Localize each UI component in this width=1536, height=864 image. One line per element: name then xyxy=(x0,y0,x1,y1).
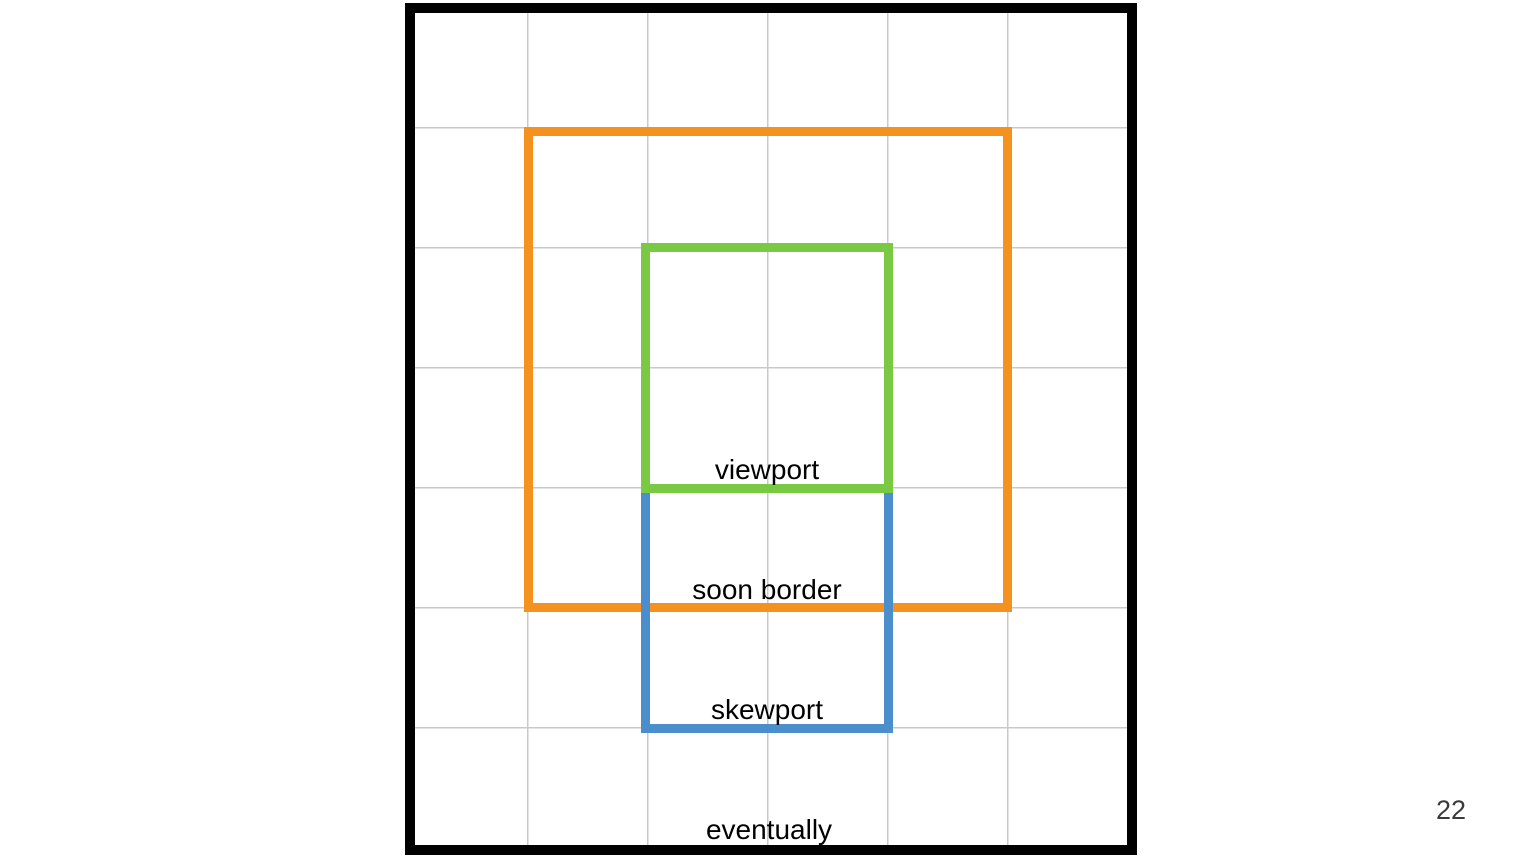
eventually-label: eventually xyxy=(705,814,833,845)
viewport-label: viewport xyxy=(714,454,820,485)
canvas-frame: viewport soon border skewport eventually xyxy=(405,3,1137,855)
page-number: 22 xyxy=(1435,795,1466,825)
slide: viewport soon border skewport eventually… xyxy=(0,0,1536,864)
soon-border-label: soon border xyxy=(692,574,842,605)
skewport-label: skewport xyxy=(710,694,824,725)
